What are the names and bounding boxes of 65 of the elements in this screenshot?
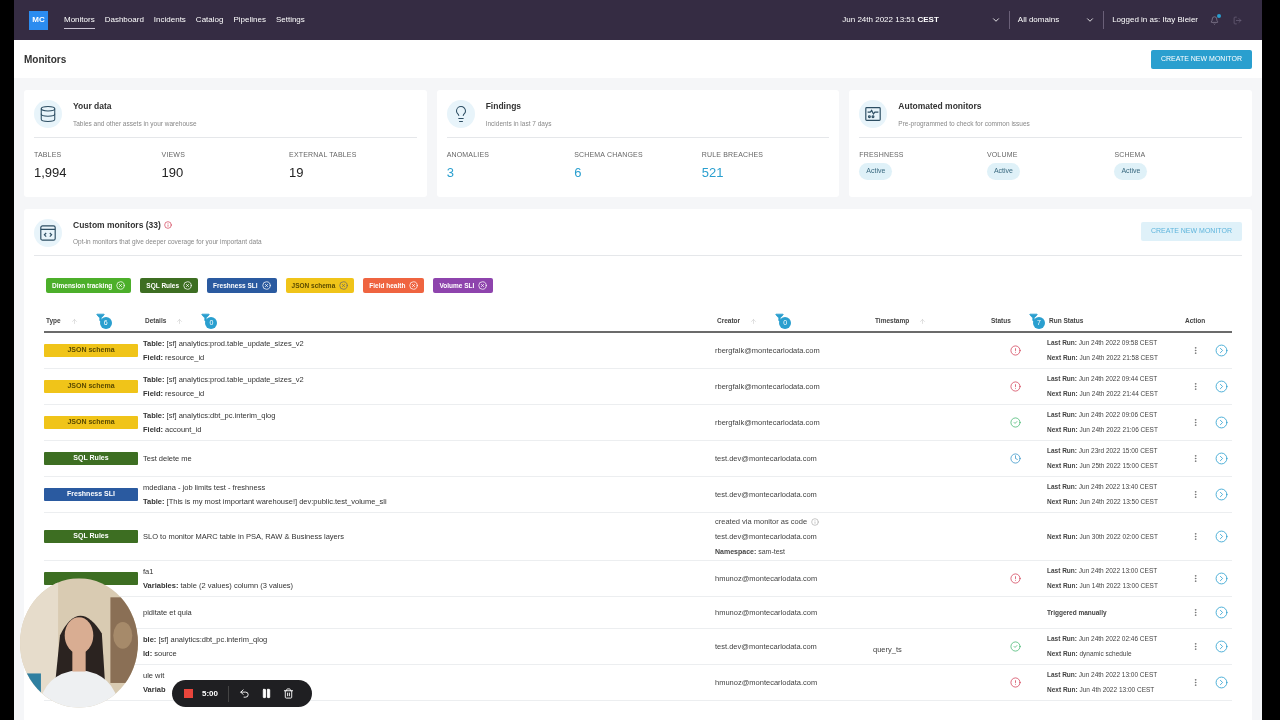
open-icon[interactable] bbox=[1215, 344, 1228, 357]
card-title: Automated monitors bbox=[898, 100, 983, 113]
info-icon[interactable] bbox=[811, 517, 820, 526]
nav-tab[interactable]: Settings bbox=[275, 11, 305, 29]
open-icon[interactable] bbox=[1215, 488, 1228, 501]
logout-icon[interactable] bbox=[1233, 15, 1242, 25]
more-icon[interactable] bbox=[1191, 418, 1200, 427]
domain-selector[interactable]: All domains bbox=[1017, 14, 1060, 26]
bell-icon[interactable] bbox=[1210, 15, 1219, 25]
user-label: Logged in as: Itay Bleier bbox=[1112, 14, 1198, 26]
more-icon[interactable] bbox=[1191, 490, 1200, 499]
check-icon bbox=[1010, 417, 1021, 428]
undo-icon[interactable] bbox=[239, 688, 250, 699]
open-icon[interactable] bbox=[1215, 676, 1228, 689]
nav-tab[interactable]: Monitors bbox=[64, 11, 95, 29]
open-icon[interactable] bbox=[1215, 380, 1228, 393]
stat-value: 6 bbox=[574, 164, 583, 182]
more-icon[interactable] bbox=[1191, 574, 1200, 583]
card-title: Your data bbox=[73, 100, 113, 113]
alert-icon bbox=[1010, 345, 1021, 356]
clock-icon bbox=[1010, 453, 1021, 464]
chevron-down-icon[interactable] bbox=[990, 15, 1001, 25]
page-title: Monitors bbox=[24, 52, 67, 67]
stat-value: 19 bbox=[289, 164, 305, 182]
more-icon[interactable] bbox=[1191, 454, 1200, 463]
open-icon[interactable] bbox=[1215, 640, 1228, 653]
more-icon[interactable] bbox=[1191, 532, 1200, 541]
alert-icon bbox=[1010, 677, 1021, 688]
card-title: Findings bbox=[485, 100, 523, 113]
open-icon[interactable] bbox=[1215, 606, 1228, 619]
nav-tab[interactable]: Dashboard bbox=[104, 11, 144, 29]
alert-icon bbox=[1010, 381, 1021, 392]
filter-icon[interactable] bbox=[201, 313, 211, 322]
info-icon[interactable] bbox=[163, 220, 172, 229]
chevron-down-icon[interactable] bbox=[1085, 15, 1096, 25]
filter-icon[interactable] bbox=[1028, 313, 1038, 322]
filter-icon[interactable] bbox=[95, 313, 105, 322]
more-icon[interactable] bbox=[1191, 678, 1200, 687]
nav-tab[interactable]: Incidents bbox=[153, 11, 186, 29]
more-icon[interactable] bbox=[1191, 608, 1200, 617]
nav-tab[interactable]: Pipelines bbox=[233, 11, 266, 29]
open-icon[interactable] bbox=[1215, 416, 1228, 429]
more-icon[interactable] bbox=[1191, 642, 1200, 651]
card-title: Custom monitors (33) bbox=[73, 218, 161, 232]
panel-icon bbox=[864, 105, 883, 123]
code-window-icon bbox=[39, 223, 57, 242]
more-icon[interactable] bbox=[1191, 346, 1200, 355]
filter-icon[interactable] bbox=[775, 313, 785, 322]
more-icon[interactable] bbox=[1191, 382, 1200, 391]
open-icon[interactable] bbox=[1215, 530, 1228, 543]
remove-icon[interactable] bbox=[339, 281, 349, 290]
stat-value: 521 bbox=[701, 164, 725, 182]
pause-icon[interactable] bbox=[261, 688, 272, 699]
stat-value: 3 bbox=[446, 164, 455, 182]
trash-icon[interactable] bbox=[283, 688, 294, 699]
check-icon bbox=[1010, 641, 1021, 652]
date-selector[interactable]: Jun 24th 2022 13:51 CEST bbox=[842, 14, 939, 26]
database-icon bbox=[39, 105, 57, 123]
nav-tab[interactable]: Catalog bbox=[195, 11, 224, 29]
stat-value: 1,994 bbox=[34, 164, 68, 182]
stat-value: 190 bbox=[161, 164, 185, 182]
recording-time: 5:00 bbox=[202, 687, 218, 700]
alert-icon bbox=[1010, 573, 1021, 584]
open-icon[interactable] bbox=[1215, 452, 1228, 465]
open-icon[interactable] bbox=[1215, 572, 1228, 585]
